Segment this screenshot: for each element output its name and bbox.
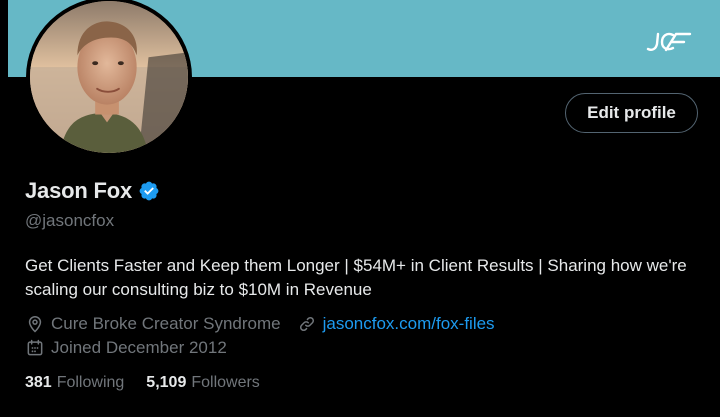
name-row: Jason Fox [25, 178, 160, 204]
followers-label: Followers [191, 374, 260, 391]
following-stat[interactable]: 381 Following [25, 374, 124, 392]
edit-profile-button[interactable]: Edit profile [565, 93, 698, 133]
location-pin-icon [28, 316, 42, 333]
joined-text: Joined December 2012 [51, 338, 227, 357]
profile-handle: @jasoncfox [25, 211, 115, 230]
profile-meta-row: Cure Broke Creator Syndrome jasoncfox.co… [25, 314, 511, 334]
website-link[interactable]: jasoncfox.com/fox-files [323, 314, 495, 334]
following-label: Following [56, 374, 125, 391]
joined-item: Joined December 2012 [25, 338, 227, 358]
profile-page: Edit profile Jason Fox @jasoncfox Get Cl… [0, 0, 720, 417]
profile-bio: Get Clients Faster and Keep them Longer … [25, 256, 687, 299]
display-name: Jason Fox [25, 178, 133, 203]
joined-row: Joined December 2012 [25, 338, 243, 358]
following-count: 381 [25, 374, 52, 391]
location-item: Cure Broke Creator Syndrome [25, 314, 281, 334]
calendar-icon [27, 339, 43, 356]
verified-badge-icon[interactable] [138, 180, 160, 202]
followers-count: 5,109 [146, 374, 187, 391]
followers-stat[interactable]: 5,109 Followers [146, 374, 260, 392]
jcf-logo-icon [646, 32, 692, 52]
website-item[interactable]: jasoncfox.com/fox-files [297, 314, 495, 334]
location-text: Cure Broke Creator Syndrome [51, 314, 281, 333]
profile-avatar[interactable] [26, 0, 192, 157]
profile-stats: 381 Following 5,109 Followers [25, 374, 282, 392]
link-icon [299, 316, 314, 332]
avatar-photo [30, 1, 188, 153]
